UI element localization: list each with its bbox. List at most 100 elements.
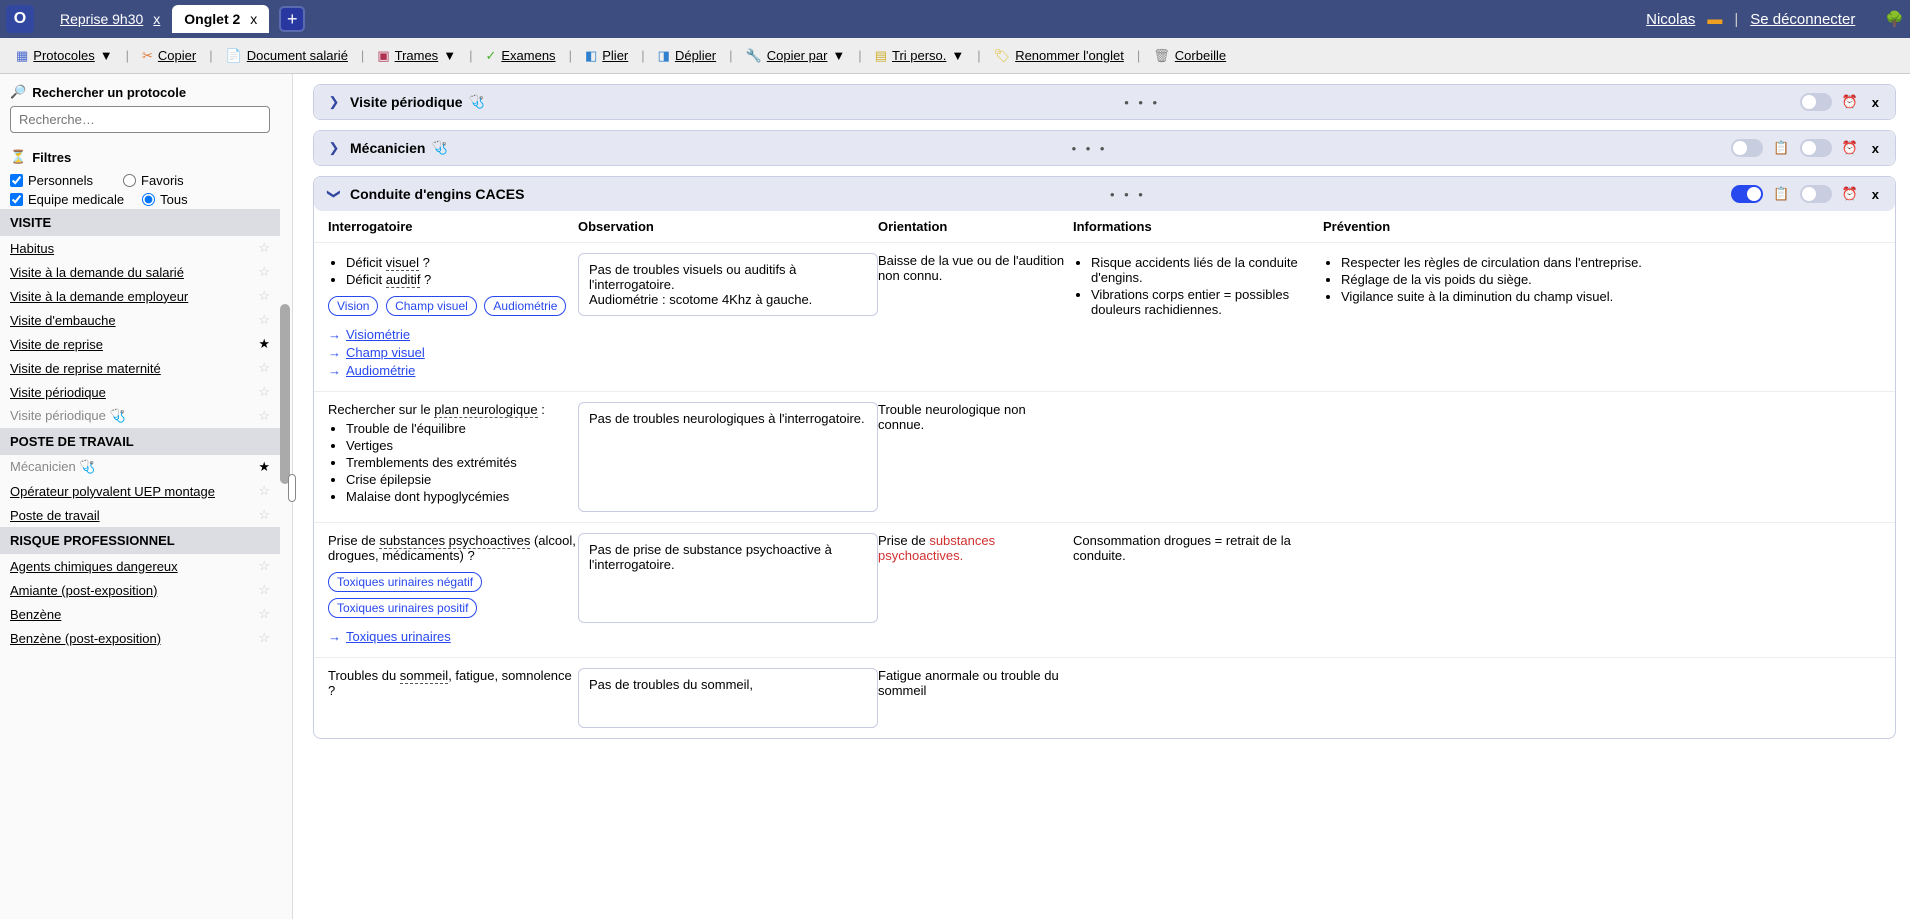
search-input[interactable] [10,106,270,133]
alarm-icon[interactable]: ⏰ [1842,94,1858,110]
star-icon[interactable]: ☆ [258,582,270,598]
sidebar-item[interactable]: Visite d'embauche ☆ [0,308,280,332]
filter-personnels[interactable]: Personnels [10,173,93,188]
close-panel-button[interactable]: x [1868,95,1883,110]
sidebar-item[interactable]: Opérateur polyvalent UEP montage☆ [0,479,280,503]
sidebar-item[interactable]: Visite à la demande du salarié ☆ [0,260,280,284]
sidebar-item[interactable]: Benzène ☆ [0,602,280,626]
star-icon[interactable]: ☆ [258,384,270,400]
copier-button[interactable]: ✂Copier [136,45,202,67]
sidebar-item[interactable]: Visite à la demande employeur ☆ [0,284,280,308]
close-icon[interactable]: x [250,11,257,27]
user-link[interactable]: Nicolas [1646,11,1695,28]
sidebar-item[interactable]: Visite périodique 🩺☆ [0,404,280,428]
chip-vision[interactable]: Vision [328,296,378,316]
star-icon[interactable]: ☆ [258,558,270,574]
logout-link[interactable]: Se déconnecter [1750,11,1855,28]
plier-button[interactable]: ◧Plier [579,45,634,67]
sidebar-item[interactable]: Visite de reprise maternité ☆ [0,356,280,380]
sidebar-item[interactable]: Amiante (post-exposition) ☆ [0,578,280,602]
drag-dots-icon[interactable]: • • • [1124,95,1160,110]
sidebar-item-label[interactable]: Visite de reprise maternité [10,361,161,376]
sidebar-item-label[interactable]: Visite à la demande du salarié [10,265,184,280]
link-champ-visuel[interactable]: Champ visuel [346,345,425,360]
sidebar-item[interactable]: Habitus ☆ [0,236,280,260]
sidebar-item-label[interactable]: Amiante (post-exposition) [10,583,157,598]
add-tab-button[interactable]: + [279,6,305,32]
tab-onglet2[interactable]: Onglet 2 x [172,5,269,33]
trames-menu[interactable]: ▣Trames ▼ [371,45,462,67]
sidebar-item-label[interactable]: Agents chimiques dangereux [10,559,178,574]
star-icon[interactable]: ☆ [258,240,270,256]
star-icon[interactable]: ★ [258,336,270,352]
star-icon[interactable]: ☆ [258,360,270,376]
renommer-button[interactable]: 🏷Renommer l'onglet [988,45,1130,67]
sidebar-item[interactable]: Visite périodique ☆ [0,380,280,404]
close-panel-button[interactable]: x [1868,141,1883,156]
protocoles-menu[interactable]: ▦Protocoles ▼ [10,45,119,67]
sidebar-item-label[interactable]: Poste de travail [10,508,100,523]
close-panel-button[interactable]: x [1868,187,1883,202]
sidebar-item[interactable]: Agents chimiques dangereux ☆ [0,554,280,578]
chip-tox-neg[interactable]: Toxiques urinaires négatif [328,572,482,592]
star-icon[interactable]: ☆ [258,288,270,304]
chevron-right-icon[interactable]: ❯ [326,140,342,156]
drag-dots-icon[interactable]: • • • [1110,187,1146,202]
chevron-down-icon[interactable]: ❯ [326,186,342,202]
sidebar-item[interactable]: Visite de reprise ★ [0,332,280,356]
sidebar-item-label[interactable]: Visite de reprise [10,337,103,352]
sidebar-item-label[interactable]: Benzène [10,607,61,622]
link-visiometrie[interactable]: Visiométrie [346,327,410,342]
observation-box[interactable]: Pas de prise de substance psychoactive à… [578,533,878,623]
toggle-switch[interactable] [1800,185,1832,203]
filter-tous[interactable]: Tous [142,192,187,207]
toggle-switch[interactable] [1800,93,1832,111]
star-icon[interactable]: ★ [258,459,270,475]
star-icon[interactable]: ☆ [258,507,270,523]
star-icon[interactable]: ☆ [258,408,270,424]
toggle-switch[interactable] [1800,139,1832,157]
sidebar-item-label[interactable]: Visite à la demande employeur [10,289,188,304]
observation-box[interactable]: Pas de troubles visuels ou auditifs à l'… [578,253,878,316]
drag-dots-icon[interactable]: • • • [1072,141,1108,156]
sidebar-item-label[interactable]: Mécanicien [10,459,76,474]
sidebar-item-label[interactable]: Benzène (post-exposition) [10,631,161,646]
observation-box[interactable]: Pas de troubles neurologiques à l'interr… [578,402,878,512]
scrollbar-thumb[interactable] [280,304,290,484]
resize-handle[interactable] [288,474,296,502]
chip-tox-pos[interactable]: Toxiques urinaires positif [328,598,477,618]
alarm-icon[interactable]: ⏰ [1842,186,1858,202]
chip-audiometrie[interactable]: Audiométrie [484,296,566,316]
sidebar-item[interactable]: Poste de travail ☆ [0,503,280,527]
close-icon[interactable]: x [153,11,160,27]
corbeille-button[interactable]: 🗑Corbeille [1147,45,1232,67]
deplier-button[interactable]: ◨Déplier [652,45,722,67]
star-icon[interactable]: ☆ [258,606,270,622]
doc-salarie-button[interactable]: 📄Document salarié [220,45,354,67]
tab-reprise[interactable]: Reprise 9h30 x [48,5,172,33]
app-logo[interactable]: O [6,5,34,33]
star-icon[interactable]: ☆ [258,264,270,280]
sidebar-item[interactable]: Benzène (post-exposition) ☆ [0,626,280,650]
sidebar-item-label[interactable]: Visite périodique [10,408,106,423]
toggle-switch[interactable] [1731,139,1763,157]
alarm-icon[interactable]: ⏰ [1842,140,1858,156]
observation-box[interactable]: Pas de troubles du sommeil, [578,668,878,728]
sidebar-item-label[interactable]: Visite d'embauche [10,313,116,328]
sidebar-item[interactable]: Mécanicien 🩺★ [0,455,280,479]
link-audiometrie[interactable]: Audiométrie [346,363,415,378]
link-toxiques[interactable]: Toxiques urinaires [346,629,451,644]
tri-perso-menu[interactable]: ▤Tri perso. ▼ [869,45,971,67]
chip-champ-visuel[interactable]: Champ visuel [386,296,477,316]
filter-favoris[interactable]: Favoris [123,173,184,188]
toggle-switch[interactable] [1731,185,1763,203]
filter-equipe[interactable]: Equipe medicale [10,192,124,207]
examens-button[interactable]: ✓Examens [479,45,561,67]
sidebar-item-label[interactable]: Habitus [10,241,54,256]
chevron-right-icon[interactable]: ❯ [326,94,342,110]
sidebar-item-label[interactable]: Opérateur polyvalent UEP montage [10,484,215,499]
copier-par-menu[interactable]: 🔧Copier par ▼ [740,45,852,67]
star-icon[interactable]: ☆ [258,630,270,646]
sidebar-item-label[interactable]: Visite périodique [10,385,106,400]
star-icon[interactable]: ☆ [258,312,270,328]
